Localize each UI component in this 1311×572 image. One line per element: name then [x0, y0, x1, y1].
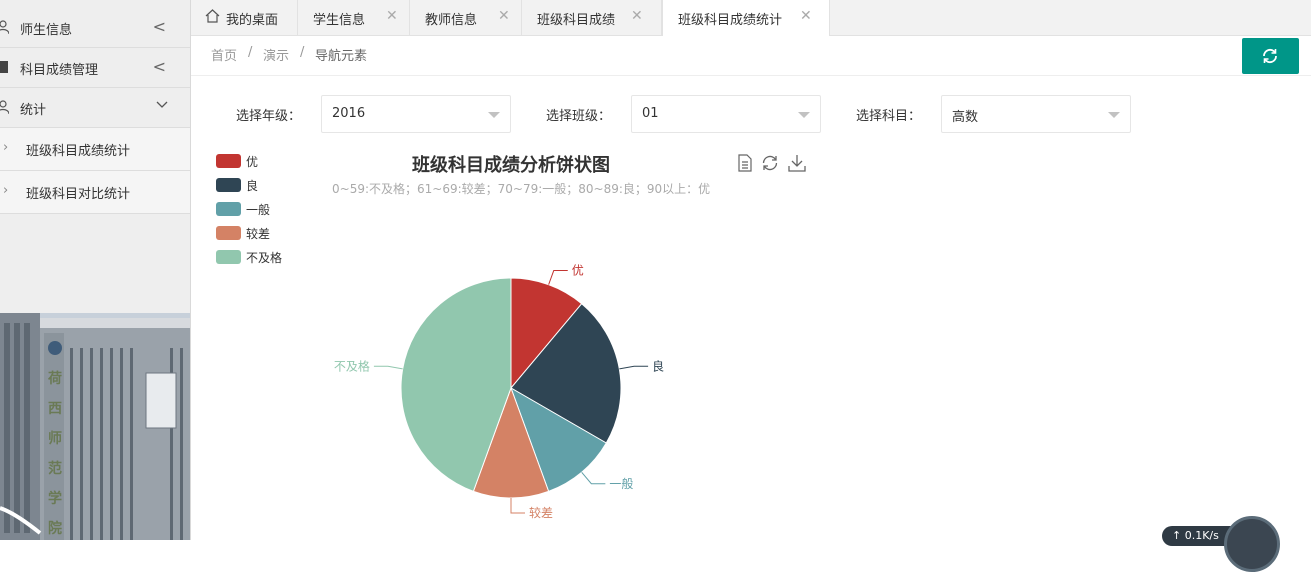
network-speed-text: ↑ 0.1K/s — [1172, 529, 1219, 542]
svg-text:荷: 荷 — [47, 370, 62, 387]
tab-label: 我的桌面 — [226, 13, 279, 28]
caret-down-icon — [798, 112, 810, 118]
tab-teacher-info[interactable]: 教师信息 ✕ — [410, 0, 522, 35]
legend-swatch — [216, 202, 241, 216]
legend-label: 良 — [246, 179, 259, 193]
svg-text:范: 范 — [48, 460, 62, 477]
sidebar-item-score-management[interactable]: 科目成绩管理 < — [0, 48, 190, 88]
subject-select[interactable]: 高数 — [941, 95, 1131, 133]
legend-swatch — [216, 226, 241, 240]
breadcrumb-separator: / — [300, 45, 305, 60]
close-icon[interactable]: ✕ — [631, 8, 643, 24]
home-icon — [205, 9, 220, 23]
legend-swatch — [216, 250, 241, 264]
pie-label-line-2 — [581, 471, 606, 485]
campus-building-image: 荷西师 范学院 — [0, 313, 190, 540]
tab-label: 教师信息 — [425, 13, 478, 28]
class-select-value: 01 — [642, 106, 659, 121]
caret-down-icon — [488, 112, 500, 118]
download-icon[interactable] — [788, 154, 806, 172]
close-icon[interactable]: ✕ — [800, 8, 812, 24]
pie-label-2: 一般 — [609, 476, 633, 491]
tab-class-subject-score[interactable]: 班级科目成绩 ✕ — [522, 0, 662, 35]
restore-icon[interactable] — [761, 154, 779, 172]
sidebar-item-label: 统计 — [20, 103, 47, 118]
pie-chart[interactable]: 优良一般较差 不及格 — [300, 240, 720, 540]
caret-down-icon — [1108, 112, 1120, 118]
sidebar-subitem-label: 班级科目成绩统计 — [26, 144, 131, 159]
pie-label-3: 较差 — [529, 505, 553, 520]
tab-label: 班级科目成绩 — [537, 13, 616, 28]
subject-select-value: 高数 — [952, 110, 979, 125]
legend-label: 优 — [246, 155, 259, 169]
user-icon — [0, 20, 9, 34]
pie-label-line-4 — [373, 365, 403, 370]
chevron-left-icon: < — [152, 17, 166, 36]
refresh-button[interactable] — [1242, 38, 1299, 74]
pie-label-line-1 — [619, 365, 649, 370]
close-icon[interactable]: ✕ — [498, 8, 510, 24]
sidebar-item-label: 科目成绩管理 — [20, 63, 99, 78]
svg-text:西: 西 — [48, 401, 62, 417]
sidebar-subitem-class-compare-stats[interactable]: › 班级科目对比统计 — [0, 171, 190, 214]
tab-student-info[interactable]: 学生信息 ✕ — [298, 0, 410, 35]
sidebar: 师生信息 < 科目成绩管理 < 统计 › 班级科目成绩统计 › 班级科目对比统计 — [0, 0, 191, 540]
chart-title: 班级科目成绩分析饼状图 — [412, 155, 610, 176]
class-label: 选择班级： — [546, 109, 612, 124]
legend-label: 较差 — [246, 227, 271, 241]
legend-label: 不及格 — [246, 251, 283, 265]
pie-label-line-3 — [510, 498, 525, 514]
chevron-right-icon: › — [3, 183, 9, 198]
grade-select-value: 2016 — [332, 106, 366, 121]
close-icon[interactable]: ✕ — [386, 8, 398, 24]
book-icon — [0, 61, 8, 73]
grade-select[interactable]: 2016 — [321, 95, 511, 133]
chart-subtitle: 0~59:不及格；61~69:较差；70~79:一般；80~89:良；90以上：… — [332, 182, 711, 196]
chevron-down-icon — [156, 101, 168, 108]
tab-label: 学生信息 — [313, 13, 366, 28]
grade-label: 选择年级： — [236, 109, 302, 124]
sidebar-item-label: 师生信息 — [20, 23, 73, 38]
legend-swatch — [216, 154, 241, 168]
breadcrumb-demo[interactable]: 演示 — [263, 45, 289, 64]
sidebar-subitem-label: 班级科目对比统计 — [26, 187, 131, 202]
breadcrumb-home[interactable]: 首页 — [211, 45, 237, 64]
sidebar-subitem-class-score-stats[interactable]: › 班级科目成绩统计 — [0, 128, 190, 171]
tab-class-subject-score-stats[interactable]: 班级科目成绩统计 ✕ — [662, 0, 830, 36]
svg-text:师: 师 — [48, 430, 62, 447]
pie-label-1: 良 — [652, 358, 664, 373]
svg-text:院: 院 — [48, 520, 62, 537]
svg-text:学: 学 — [48, 490, 62, 507]
legend-swatch — [216, 178, 241, 192]
tab-bar: 我的桌面 学生信息 ✕ 教师信息 ✕ 班级科目成绩 ✕ 班级科目成绩统计 ✕ — [191, 0, 1311, 36]
pie-label-0: 优 — [572, 264, 584, 278]
breadcrumb-current: 导航元素 — [315, 49, 368, 64]
user-icon — [0, 100, 9, 114]
network-speed-ball[interactable] — [1224, 516, 1280, 572]
pie-label-line-0 — [548, 270, 568, 285]
sidebar-item-teacher-student[interactable]: 师生信息 < — [0, 8, 190, 48]
tab-my-desktop[interactable]: 我的桌面 — [191, 0, 298, 35]
subject-label: 选择科目： — [856, 109, 922, 124]
refresh-icon — [1263, 48, 1277, 64]
data-view-icon[interactable] — [736, 154, 754, 172]
breadcrumb: 首页 / 演示 / 导航元素 — [191, 35, 1311, 76]
class-select[interactable]: 01 — [631, 95, 821, 133]
chevron-right-icon: › — [3, 140, 9, 155]
tab-label: 班级科目成绩统计 — [678, 13, 783, 28]
breadcrumb-separator: / — [248, 45, 253, 60]
pie-label-4: 不及格 — [334, 358, 370, 373]
sidebar-item-statistics[interactable]: 统计 — [0, 88, 190, 128]
legend-label: 一般 — [246, 203, 271, 217]
chevron-left-icon: < — [152, 57, 166, 76]
